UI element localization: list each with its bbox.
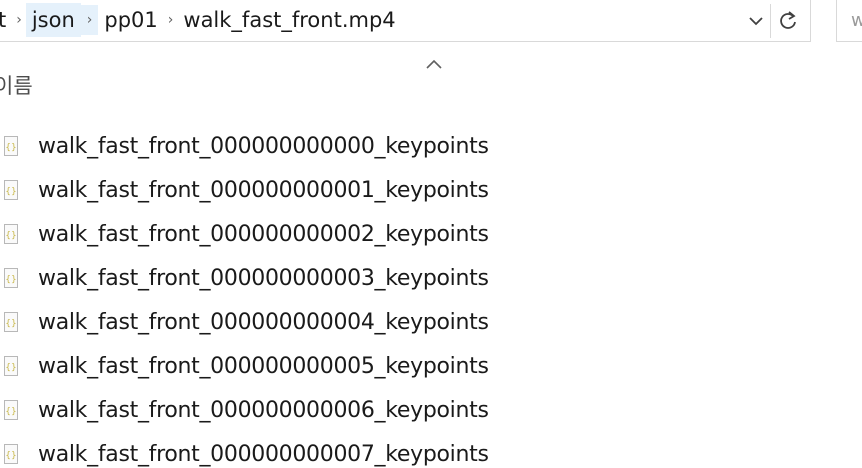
file-name: walk_fast_front_000000000003_keypoints (38, 265, 489, 291)
file-name: walk_fast_front_000000000000_keypoints (38, 133, 489, 159)
file-name: walk_fast_front_000000000004_keypoints (38, 309, 489, 335)
svg-text:{}: {} (5, 231, 16, 241)
svg-text:{}: {} (5, 143, 16, 153)
file-name: walk_fast_front_000000000002_keypoints (38, 221, 489, 247)
breadcrumb-separator-icon[interactable]: › (12, 12, 26, 28)
breadcrumb-item[interactable]: pp01 (98, 3, 163, 37)
list-item[interactable]: {} walk_fast_front_000000000005_keypoint… (0, 344, 862, 388)
file-name: walk_fast_front_000000000006_keypoints (38, 397, 489, 423)
list-item[interactable]: {} walk_fast_front_000000000003_keypoint… (0, 256, 862, 300)
refresh-icon[interactable] (770, 4, 805, 38)
file-name: walk_fast_front_000000000005_keypoints (38, 353, 489, 379)
sort-up-icon (424, 55, 444, 69)
file-explorer-window: t › json › pp01 › walk_fast_front.mp4 w … (0, 0, 862, 468)
chevron-down-icon[interactable] (745, 8, 767, 34)
file-name: walk_fast_front_000000000001_keypoints (38, 177, 489, 203)
breadcrumb-separator-icon[interactable]: › (164, 12, 178, 28)
json-file-icon: {} (4, 136, 18, 156)
breadcrumb-item[interactable]: walk_fast_front.mp4 (177, 3, 401, 37)
json-file-icon: {} (4, 180, 18, 200)
list-item[interactable]: {} walk_fast_front_000000000006_keypoint… (0, 388, 862, 432)
list-item[interactable]: {} walk_fast_front_000000000000_keypoint… (0, 124, 862, 168)
list-item[interactable]: {} walk_fast_front_000000000002_keypoint… (0, 212, 862, 256)
json-file-icon: {} (4, 444, 18, 464)
address-bar[interactable]: t › json › pp01 › walk_fast_front.mp4 (0, 0, 811, 42)
breadcrumb-item[interactable]: t (0, 3, 12, 37)
file-list: {} walk_fast_front_000000000000_keypoint… (0, 124, 862, 468)
file-name: walk_fast_front_000000000007_keypoints (38, 441, 489, 467)
json-file-icon: {} (4, 224, 18, 244)
breadcrumb-separator-icon[interactable]: › (80, 5, 99, 35)
json-file-icon: {} (4, 400, 18, 420)
list-item[interactable]: {} walk_fast_front_000000000001_keypoint… (0, 168, 862, 212)
breadcrumb: t › json › pp01 › walk_fast_front.mp4 (0, 0, 402, 40)
json-file-icon: {} (4, 312, 18, 332)
svg-text:{}: {} (5, 363, 16, 373)
list-item[interactable]: {} walk_fast_front_000000000004_keypoint… (0, 300, 862, 344)
json-file-icon: {} (4, 268, 18, 288)
svg-text:{}: {} (5, 451, 16, 461)
svg-text:{}: {} (5, 187, 16, 197)
json-file-icon: {} (4, 356, 18, 376)
search-input[interactable]: w (836, 0, 862, 42)
svg-text:{}: {} (5, 407, 16, 417)
list-item[interactable]: {} walk_fast_front_000000000007_keypoint… (0, 432, 862, 468)
svg-text:{}: {} (5, 275, 16, 285)
breadcrumb-item[interactable]: json (25, 3, 81, 37)
svg-text:{}: {} (5, 319, 16, 329)
column-header-name[interactable]: 이름 (0, 70, 33, 100)
